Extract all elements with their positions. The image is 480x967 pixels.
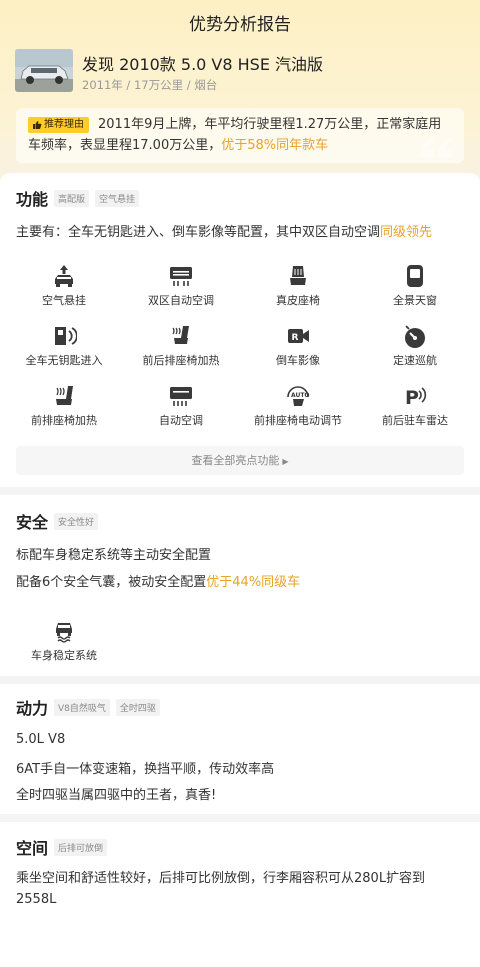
header-hero: 优势分析报告 发现 2010款 5.0 V8 HSE 汽油版 2011年 / 1… xyxy=(0,0,480,200)
decorative-quote-icon xyxy=(420,136,453,158)
feature-label: 前后驻车雷达 xyxy=(382,414,448,427)
feature-label: 空气悬挂 xyxy=(42,294,86,307)
triangle-right-icon: ▶ xyxy=(282,457,289,466)
feature-item[interactable]: P 前后驻车雷达 xyxy=(355,384,475,428)
features-title: 功能 xyxy=(16,190,49,209)
power-tag: 全时四驱 xyxy=(115,698,160,716)
feature-item[interactable]: R 倒车影像 xyxy=(238,324,358,368)
recommend-highlight: 优于58%同年款车 xyxy=(221,138,329,153)
feature-label: 前后排座椅加热 xyxy=(142,354,220,367)
features-header: 功能 高配版 空气悬挂 xyxy=(16,186,140,210)
car-meta: 2011年 / 17万公里 / 烟台 xyxy=(82,78,218,92)
feature-label: 自动空调 xyxy=(159,414,203,427)
recommend-box: 2011年9月上牌，年平均行驶里程1.27万公里，正常家庭用车频率，表显里程17… xyxy=(16,108,464,163)
page-title: 优势分析报告 xyxy=(189,15,291,35)
power-title: 动力 xyxy=(16,699,49,718)
feature-item[interactable]: 双区自动空调 xyxy=(121,264,241,308)
auto-ac-icon xyxy=(170,387,192,406)
feature-label: 倒车影像 xyxy=(276,354,320,367)
feature-item[interactable]: AUTO 前排座椅电动调节 xyxy=(238,384,358,428)
power-line: 6AT手自一体变速箱，换挡平顺，传动效率高 xyxy=(16,762,275,777)
feature-label: 定速巡航 xyxy=(393,354,437,367)
panoramic-sunroof-icon xyxy=(407,265,423,287)
feature-item[interactable]: 空气悬挂 xyxy=(4,264,124,308)
feature-item[interactable]: 车身稳定系统 xyxy=(4,617,124,663)
stability-control-icon xyxy=(56,623,72,643)
view-all-features-button[interactable]: 查看全部亮点功能 ▶ xyxy=(16,446,464,475)
svg-text:AUTO: AUTO xyxy=(291,392,310,399)
safety-title: 安全 xyxy=(16,513,49,532)
feature-label: 全景天窗 xyxy=(393,294,437,307)
recommend-text: 2011年9月上牌，年平均行驶里程1.27万公里，正常家庭用车频率，表显里程17… xyxy=(28,117,442,153)
feature-label: 前排座椅加热 xyxy=(31,414,97,427)
parking-radar-icon: P xyxy=(405,387,427,408)
feature-label: 双区自动空调 xyxy=(148,294,214,307)
space-tag: 后排可放倒 xyxy=(54,838,108,856)
feature-item[interactable]: 全车无钥匙进入 xyxy=(4,324,124,368)
feature-item[interactable]: 前后排座椅加热 xyxy=(121,324,241,368)
svg-text:P: P xyxy=(405,387,419,408)
car-name: 发现 2010款 5.0 V8 HSE 汽油版 xyxy=(82,55,324,74)
dual-zone-ac-icon xyxy=(170,267,192,286)
feature-item[interactable]: 全景天窗 xyxy=(355,264,475,308)
safety-tag: 安全性好 xyxy=(54,512,99,530)
feature-item[interactable]: 真皮座椅 xyxy=(238,264,358,308)
feature-label: 真皮座椅 xyxy=(276,294,320,307)
feature-item[interactable]: 自动空调 xyxy=(121,384,241,428)
feature-label: 全车无钥匙进入 xyxy=(25,354,103,367)
safety-header: 安全 安全性好 xyxy=(16,509,99,533)
features-tag: 空气悬挂 xyxy=(95,189,140,207)
space-header: 空间 后排可放倒 xyxy=(16,835,108,859)
power-tag: V8自然吸气 xyxy=(54,698,110,716)
safety-line-2: 配备6个安全气囊，被动安全配置优于44%同级车 xyxy=(16,575,301,590)
air-suspension-icon xyxy=(55,265,73,287)
thumbs-up-icon xyxy=(33,121,42,129)
leather-seat-icon xyxy=(290,266,306,285)
feature-label: 车身稳定系统 xyxy=(31,649,97,662)
power-line: 全时四驱当属四驱中的王者，真香! xyxy=(16,788,217,803)
car-thumbnail[interactable] xyxy=(15,49,73,92)
keyless-entry-icon xyxy=(55,327,77,345)
safety-line-1: 标配车身稳定系统等主动安全配置 xyxy=(16,548,212,563)
cruise-control-icon xyxy=(405,325,425,348)
seat-heating-icon xyxy=(172,326,189,344)
features-tag: 高配版 xyxy=(54,189,90,207)
reverse-camera-icon: R xyxy=(288,329,309,343)
feature-item[interactable]: 前排座椅加热 xyxy=(4,384,124,428)
space-text: 乘坐空间和舒适性较好，后排可比例放倒，行李厢容积可从280L扩容到2558L xyxy=(16,871,426,907)
space-title: 空间 xyxy=(16,839,49,858)
power-seat-icon: AUTO xyxy=(287,386,310,406)
features-summary: 主要有：全车无钥匙进入、倒车影像等配置，其中双区自动空调同级领先 xyxy=(16,225,433,240)
power-header: 动力 V8自然吸气 全时四驱 xyxy=(16,695,160,719)
feature-label: 前排座椅电动调节 xyxy=(254,414,342,427)
recommend-badge: 推荐理由 xyxy=(28,117,89,133)
front-seat-heating-icon xyxy=(56,386,73,405)
power-line: 5.0L V8 xyxy=(16,732,66,747)
svg-text:R: R xyxy=(292,333,299,343)
feature-item[interactable]: 定速巡航 xyxy=(355,324,475,368)
